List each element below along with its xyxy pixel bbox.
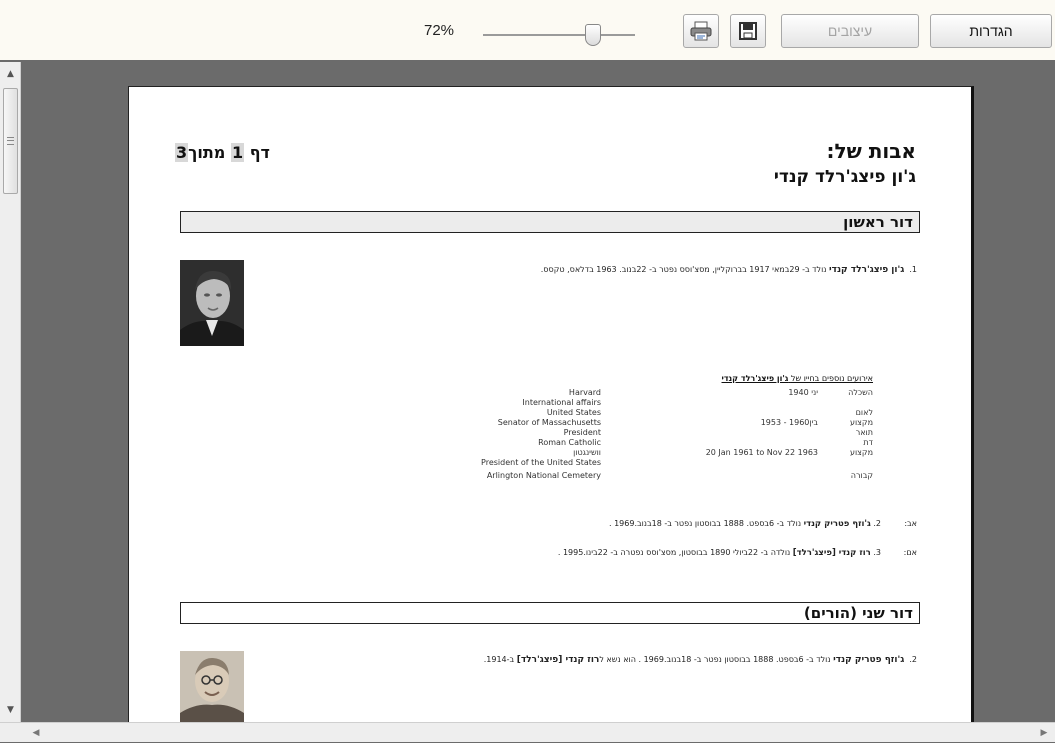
- generation-header-2: דור שני (הורים): [180, 602, 920, 624]
- event-row: President of the United States: [481, 458, 601, 467]
- zoom-slider-track[interactable]: [483, 34, 635, 36]
- zoom-level-label: 72%: [424, 22, 455, 39]
- event-row: מקצוע 20 Jan 1961 to Nov 22 1963 וושינגטון: [573, 448, 873, 457]
- father-line: אב: 2. ג'וזף פטריק קנדי נולד ב- 6בספט. 1…: [608, 519, 917, 529]
- print-button[interactable]: [683, 14, 719, 48]
- generation-label: דור ראשון: [843, 213, 913, 231]
- additional-events: אירועים נוספים בחייו של ג'ון פיצג'רלד קנ…: [481, 374, 874, 504]
- event-row: קבורה Arlington National Cemetery: [486, 471, 873, 480]
- event-row: מקצוע 1953 - 1960בין Senator of Massachuse…: [497, 418, 873, 427]
- zoom-slider-thumb[interactable]: [585, 24, 601, 46]
- person-photo-1: [180, 260, 244, 346]
- page-number: דף 1 מתוך3: [175, 143, 270, 162]
- page-total: 3: [175, 143, 189, 162]
- generation-header-1: דור ראשון: [180, 211, 920, 233]
- page-prefix: דף: [249, 143, 270, 162]
- page-current: 1: [230, 143, 245, 162]
- scroll-up-icon[interactable]: ▲: [0, 66, 21, 82]
- vertical-scrollbar[interactable]: ▲ ▼: [0, 62, 21, 722]
- event-row: לאום United States: [546, 408, 873, 417]
- generation-label: דור שני (הורים): [803, 604, 913, 622]
- scroll-down-icon[interactable]: ▼: [0, 702, 21, 718]
- event-row: International affairs: [522, 398, 601, 407]
- events-heading: אירועים נוספים בחייו של ג'ון פיצג'רלד קנ…: [721, 374, 874, 383]
- event-row: תואר President: [563, 428, 873, 437]
- save-icon: [739, 22, 757, 40]
- person-photo-2: [180, 651, 244, 722]
- horizontal-scrollbar[interactable]: ◀ ▶: [0, 722, 1055, 742]
- settings-button[interactable]: הגדרות: [930, 14, 1052, 48]
- scroll-right-icon[interactable]: ▶: [1036, 723, 1052, 743]
- document-page: אבות של: ג'ון פיצג'רלד קנדי דף 1 מתוך3 ד…: [128, 86, 974, 722]
- save-button[interactable]: [730, 14, 766, 48]
- styles-button[interactable]: עיצובים: [781, 14, 919, 48]
- vertical-scroll-thumb[interactable]: [3, 88, 18, 194]
- toolbar: 72% עיצובים הגדרות: [0, 0, 1055, 62]
- report-subject: ג'ון פיצג'רלד קנדי: [773, 167, 916, 187]
- report-title: אבות של:: [826, 139, 916, 163]
- scroll-left-icon[interactable]: ◀: [28, 723, 44, 743]
- person-line-1: 1. ג'ון פיצג'רלד קנדי נולד ב- 29במאי 191…: [540, 265, 917, 275]
- print-icon: [690, 21, 712, 41]
- event-row: השכלה 1940 יני Harvard: [568, 388, 873, 397]
- person-line-2: 2. ג'וזף פטריק קנדי נולד ב- 6בספט. 1888 …: [483, 655, 917, 665]
- event-row: דת Roman Catholic: [538, 438, 873, 447]
- grip-icon: [7, 137, 14, 145]
- mother-line: אם: 3. רוז קנדי [פיצג'רלד] נולדה ב- 22בי…: [557, 548, 917, 558]
- page-middle: מתוך: [188, 143, 226, 162]
